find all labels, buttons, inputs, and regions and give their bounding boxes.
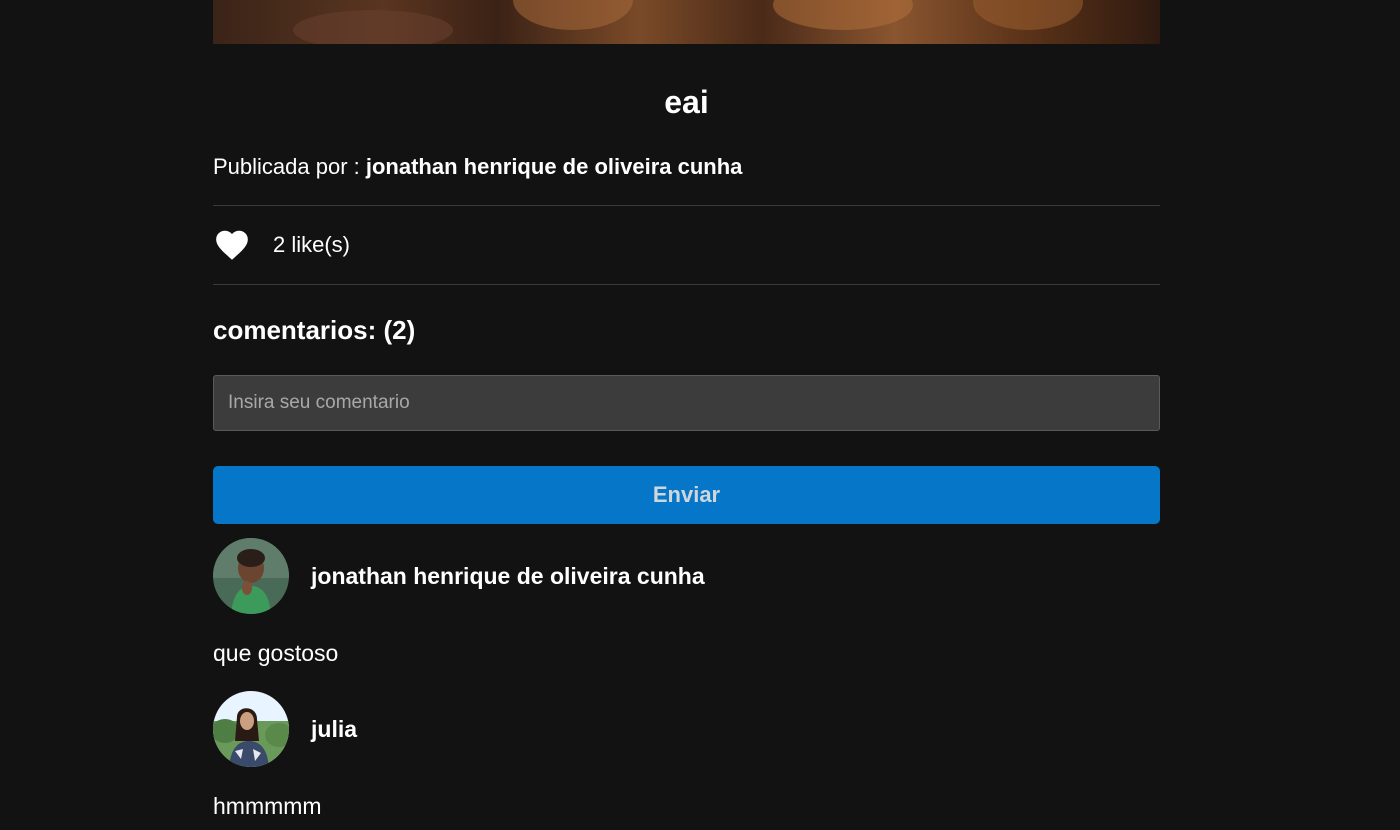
comment-text: que gostoso <box>213 640 339 666</box>
post-author-line: Publicada por : jonathan henrique de oli… <box>213 152 742 182</box>
divider <box>213 284 1160 285</box>
post-title: eai <box>664 84 709 120</box>
heart-icon[interactable] <box>213 226 251 264</box>
comments-title: comentarios: (2) <box>213 315 416 345</box>
comment-author: jonathan henrique de oliveira cunha <box>311 562 705 589</box>
likes-row: 2 like(s) <box>213 222 350 268</box>
divider <box>213 205 1160 206</box>
author-prefix: Publicada por : <box>213 154 366 179</box>
comment-header: jonathan henrique de oliveira cunha <box>213 538 1160 614</box>
comment-item: jonathan henrique de oliveira cunha que … <box>213 538 1160 666</box>
send-button[interactable]: Enviar <box>213 466 1160 524</box>
comment-input[interactable] <box>213 375 1160 431</box>
post-container: eai Publicada por : jonathan henrique de… <box>213 0 1160 819</box>
avatar[interactable] <box>213 691 289 767</box>
post-image <box>213 0 1160 44</box>
comment-text: hmmmmm <box>213 793 322 819</box>
comment-author: julia <box>311 715 358 742</box>
post-author-name: jonathan henrique de oliveira cunha <box>365 154 743 179</box>
comment-header: julia <box>213 691 1160 767</box>
avatar[interactable] <box>213 538 289 614</box>
comment-item: julia hmmmmm <box>213 691 1160 819</box>
likes-count: 2 like(s) <box>273 232 351 257</box>
